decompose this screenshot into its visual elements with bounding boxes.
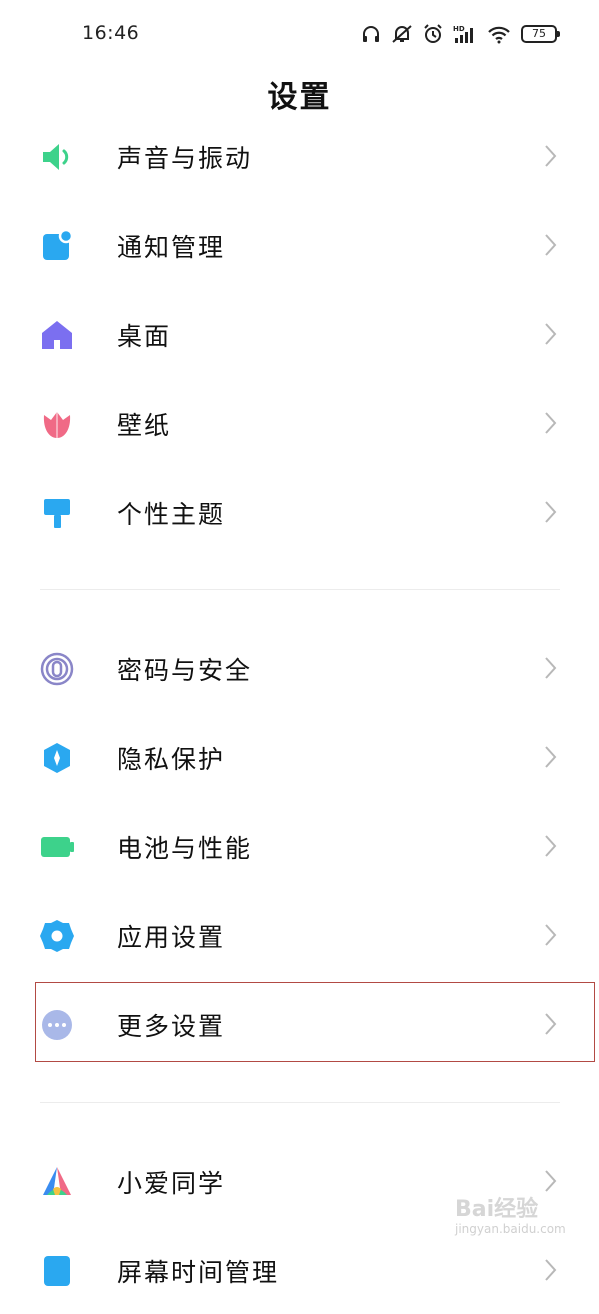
chevron-right-icon	[541, 142, 559, 170]
chevron-right-icon	[541, 743, 559, 771]
section-divider	[40, 1102, 560, 1103]
chevron-right-icon	[541, 1256, 559, 1284]
battery-performance-icon	[39, 830, 75, 864]
wifi-icon	[487, 24, 511, 44]
chevron-right-icon	[541, 921, 559, 949]
settings-item-label: 隐私保护	[117, 745, 226, 774]
svg-text:HD: HD	[453, 25, 465, 33]
status-bar: 16:46 HD 75	[0, 0, 599, 66]
xiaoai-icon	[39, 1165, 75, 1199]
fingerprint-icon	[39, 652, 75, 686]
chevron-right-icon	[541, 231, 559, 259]
settings-item-label: 声音与振动	[117, 144, 253, 173]
status-time: 16:46	[82, 22, 140, 44]
chevron-right-icon	[541, 320, 559, 348]
settings-item-label: 个性主题	[117, 500, 226, 529]
chevron-right-icon	[541, 409, 559, 437]
watermark-brand: Bai经验	[455, 1197, 539, 1222]
battery-icon: 75	[521, 25, 560, 43]
settings-item-app-settings[interactable]: 应用设置	[0, 891, 599, 979]
settings-item-desktop[interactable]: 桌面	[0, 290, 599, 378]
settings-item-notifications[interactable]: 通知管理	[0, 201, 599, 289]
settings-item-themes[interactable]: 个性主题	[0, 468, 599, 556]
settings-item-sound-vibration[interactable]: 声音与振动	[0, 112, 599, 200]
settings-item-label: 壁纸	[117, 411, 172, 440]
chevron-right-icon	[541, 498, 559, 526]
chevron-right-icon	[541, 832, 559, 860]
privacy-shield-icon	[39, 741, 75, 775]
chevron-right-icon	[541, 654, 559, 682]
hd-signal-icon: HD	[453, 24, 477, 44]
speaker-icon	[39, 140, 75, 174]
settings-item-label: 电池与性能	[117, 834, 253, 863]
highlight-box	[35, 982, 595, 1062]
watermark-url: jingyan.baidu.com	[455, 1222, 566, 1236]
gear-icon	[39, 919, 75, 953]
notification-icon	[39, 229, 75, 263]
settings-item-screen-time[interactable]: 屏幕时间管理	[0, 1226, 599, 1314]
settings-item-label: 密码与安全	[117, 656, 253, 685]
settings-item-password-security[interactable]: 密码与安全	[0, 624, 599, 712]
screen-time-icon	[39, 1254, 75, 1288]
settings-item-label: 屏幕时间管理	[117, 1258, 280, 1287]
settings-item-label: 桌面	[117, 322, 172, 351]
settings-item-wallpaper[interactable]: 壁纸	[0, 379, 599, 467]
home-icon	[39, 318, 75, 352]
watermark: Bai经验 jingyan.baidu.com	[455, 1197, 566, 1237]
tulip-icon	[39, 407, 75, 441]
section-divider	[40, 589, 560, 590]
headphones-icon	[361, 24, 381, 44]
bell-muted-icon	[391, 24, 413, 44]
alarm-icon	[423, 24, 443, 44]
chevron-right-icon	[541, 1167, 559, 1195]
settings-item-battery-performance[interactable]: 电池与性能	[0, 802, 599, 890]
paint-brush-icon	[39, 496, 75, 530]
settings-item-label: 通知管理	[117, 233, 226, 262]
settings-item-label: 小爱同学	[117, 1169, 226, 1198]
settings-item-privacy[interactable]: 隐私保护	[0, 713, 599, 801]
settings-item-label: 应用设置	[117, 923, 226, 952]
status-icons: HD 75	[361, 20, 560, 48]
page-title: 设置	[267, 80, 332, 115]
